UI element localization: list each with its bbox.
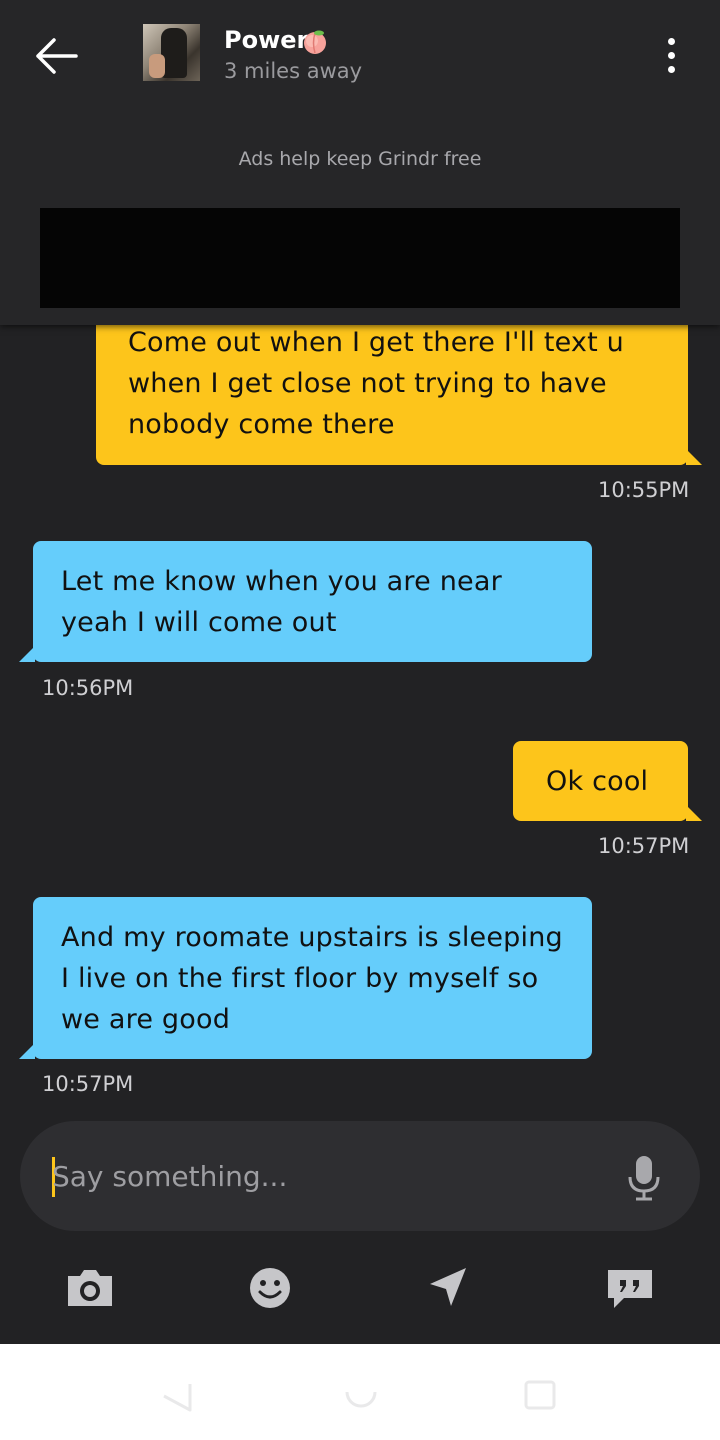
peach-emoji-icon — [304, 30, 326, 54]
camera-icon[interactable] — [62, 1262, 118, 1314]
message-bubble-incoming[interactable]: And my roomate upstairs is sleeping I li… — [19, 897, 592, 1059]
more-options-icon[interactable] — [652, 32, 692, 78]
bubble-tail — [19, 1043, 35, 1059]
message-timestamp: 10:55PM — [598, 478, 690, 502]
emoji-icon[interactable] — [242, 1262, 298, 1314]
message-input[interactable] — [52, 1151, 612, 1201]
message-timestamp: 10:57PM — [42, 1072, 134, 1096]
bubble-tail — [686, 805, 702, 821]
ad-banner[interactable] — [40, 208, 680, 308]
nav-back-icon[interactable] — [160, 1378, 194, 1412]
back-arrow-icon[interactable] — [28, 30, 84, 82]
nav-recents-icon[interactable] — [523, 1378, 557, 1412]
system-navigation-bar — [0, 1344, 720, 1440]
message-text: And my roomate upstairs is sleeping I li… — [61, 922, 563, 1035]
saved-phrases-icon[interactable] — [602, 1262, 658, 1314]
distance-label: 3 miles away — [224, 59, 363, 83]
message-timestamp: 10:56PM — [42, 676, 134, 700]
message-composer — [20, 1121, 700, 1231]
message-text: Ok cool — [546, 766, 649, 797]
chat-header: Power 3 miles away Ads help keep Grindr … — [0, 0, 720, 325]
location-icon[interactable] — [420, 1262, 476, 1314]
avatar[interactable] — [143, 24, 200, 81]
contact-name[interactable]: Power — [224, 26, 308, 54]
ads-label: Ads help keep Grindr free — [238, 148, 482, 170]
message-bubble-outgoing[interactable]: Ok cool — [513, 741, 702, 821]
message-text: Come out when I get there I'll text u wh… — [128, 327, 624, 440]
message-text: Let me know when you are near yeah I wil… — [61, 566, 502, 638]
nav-home-icon[interactable] — [344, 1378, 378, 1412]
message-timestamp: 10:57PM — [598, 834, 690, 858]
bubble-tail — [19, 646, 35, 662]
microphone-icon[interactable] — [624, 1153, 664, 1203]
message-bubble-incoming[interactable]: Let me know when you are near yeah I wil… — [19, 541, 592, 662]
bubble-tail — [686, 449, 702, 465]
